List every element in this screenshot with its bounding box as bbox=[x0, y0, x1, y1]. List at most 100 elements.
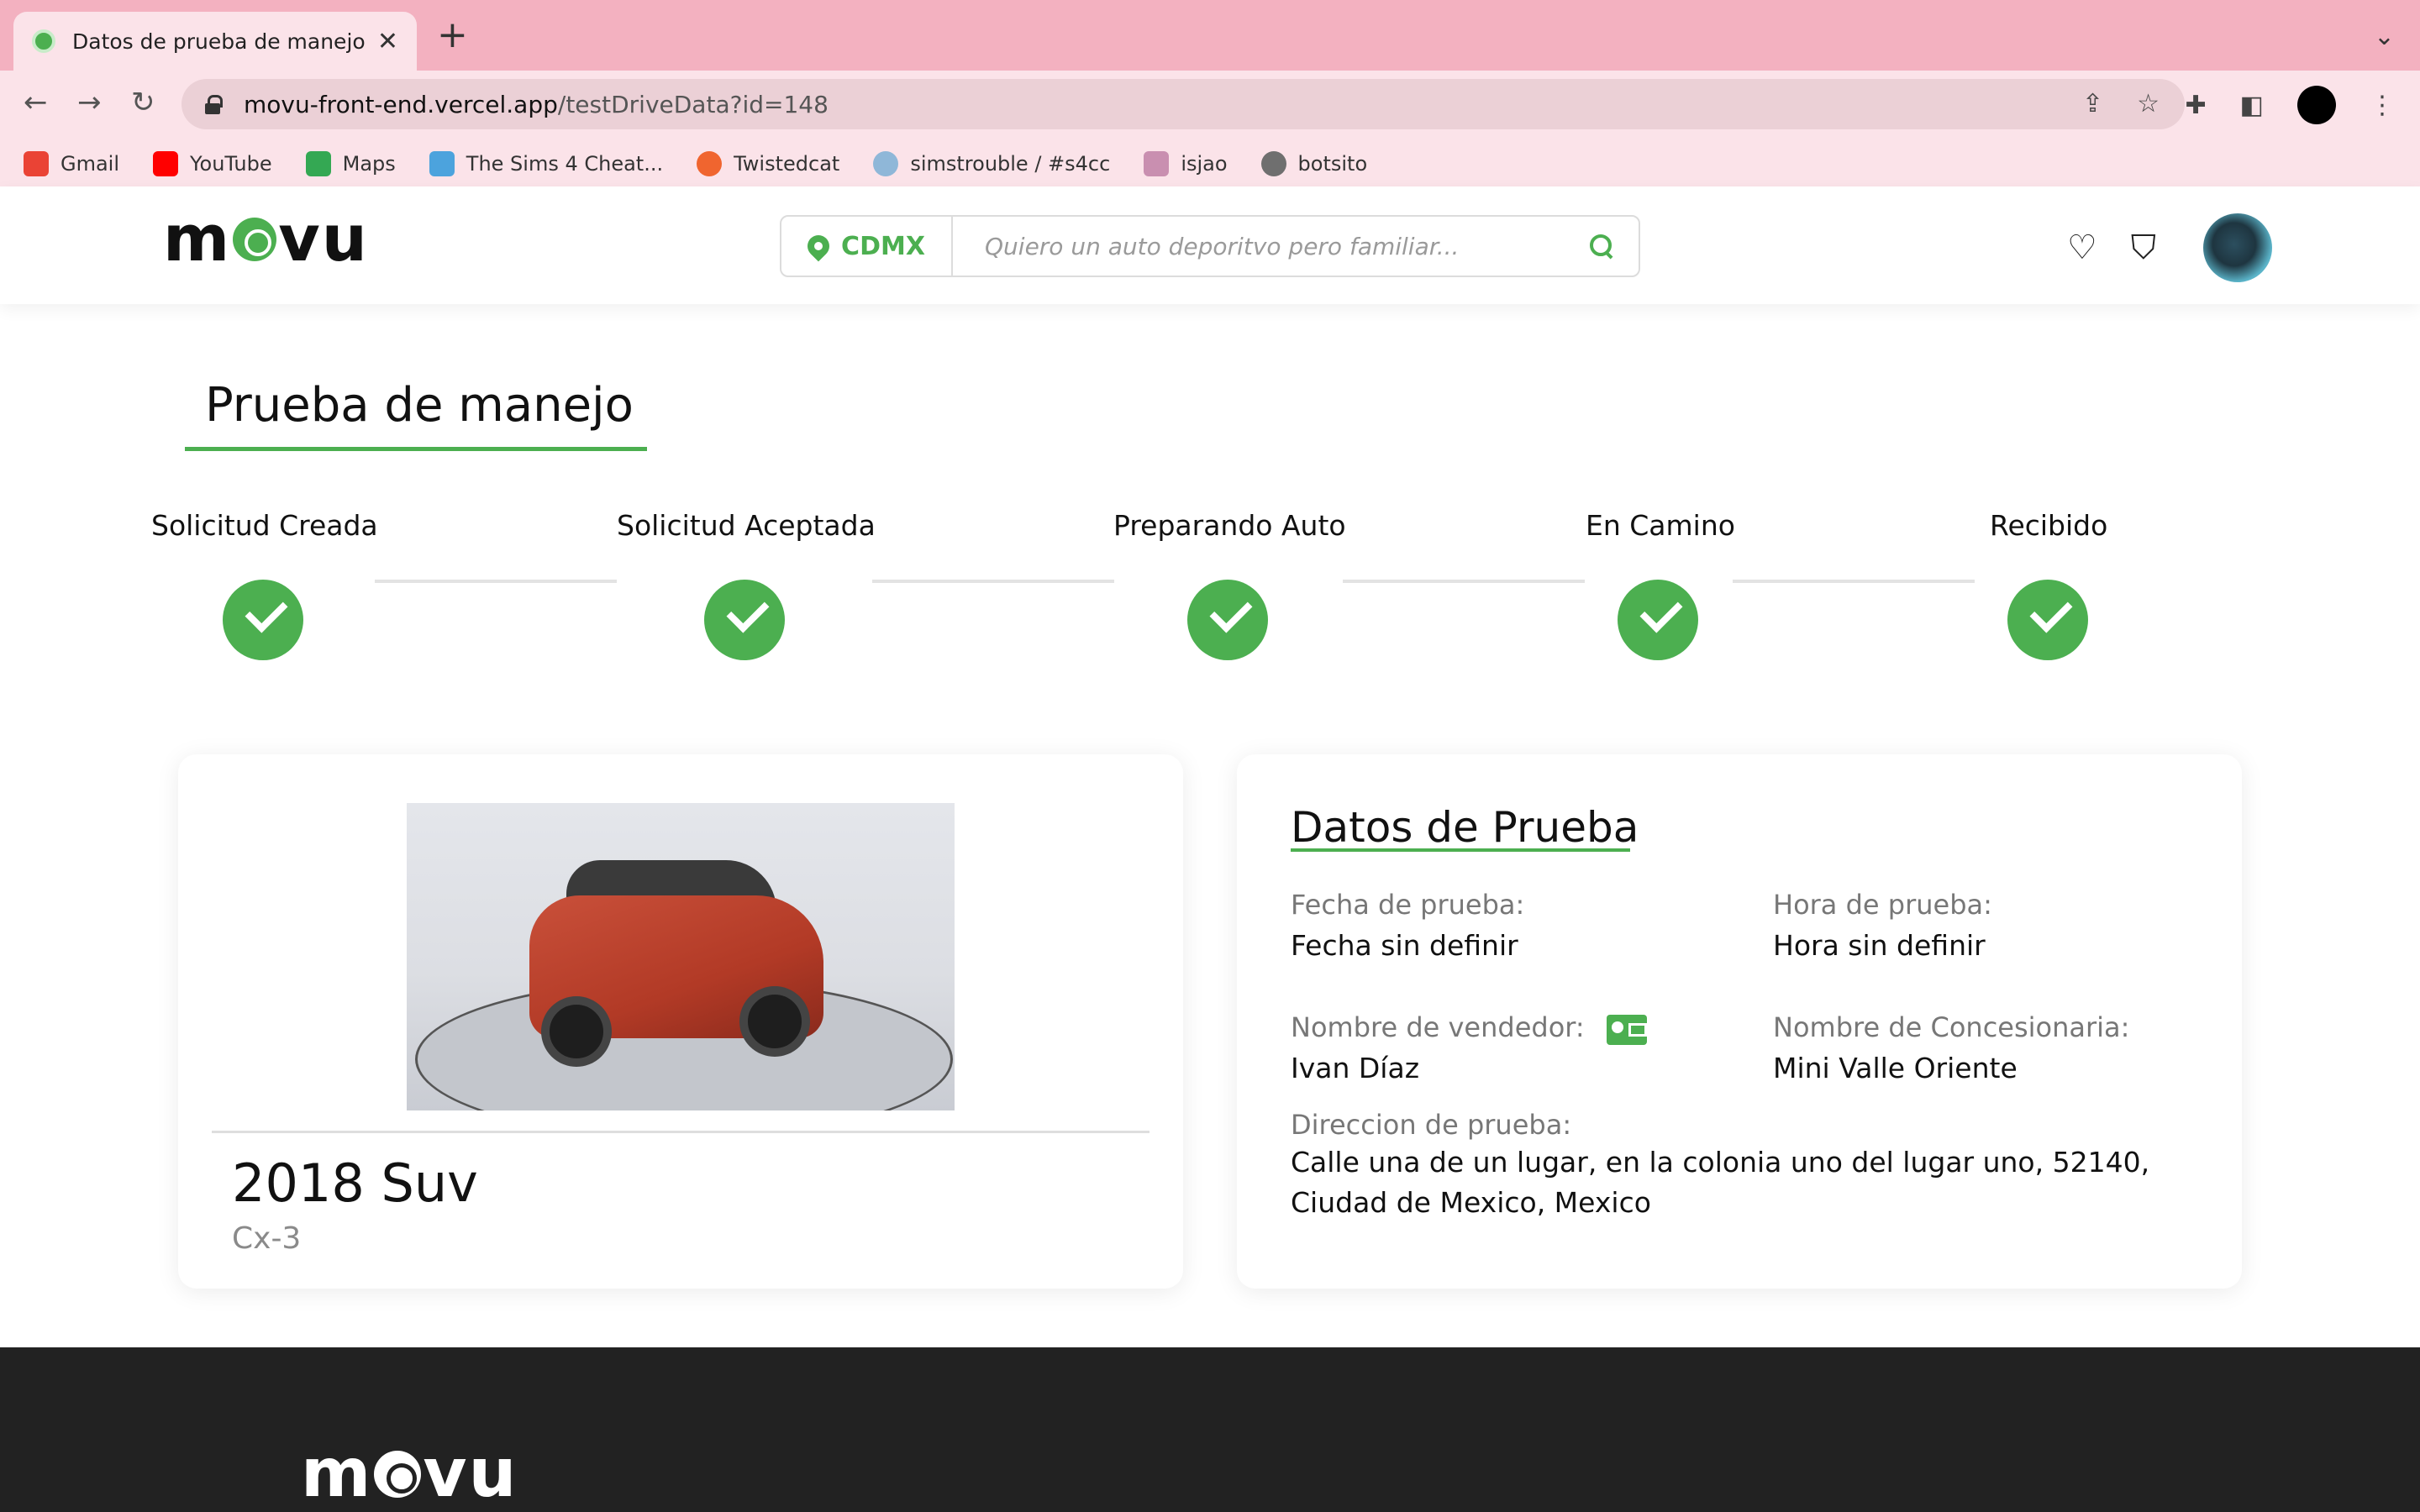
concesionaria-label: Nombre de Concesionaria: bbox=[1773, 1011, 2130, 1043]
car-model: Cx-3 bbox=[232, 1221, 302, 1256]
step-label-recibido: Recibido bbox=[1990, 509, 2108, 542]
step-label-en-camino: En Camino bbox=[1586, 509, 1735, 542]
tab-favicon-icon bbox=[32, 29, 55, 53]
bookmarks-bar: Gmail YouTube Maps The Sims 4 Cheat... T… bbox=[24, 143, 1367, 185]
address-bar[interactable]: movu-front-end.vercel.app /testDriveData… bbox=[182, 79, 2185, 129]
vendedor-label: Nombre de vendedor: bbox=[1291, 1011, 1585, 1043]
step-check-icon bbox=[704, 580, 785, 660]
bookmark-twistedcat[interactable]: Twistedcat bbox=[697, 151, 839, 176]
browser-menu-icon[interactable]: ⋮ bbox=[2370, 91, 2395, 120]
bookmark-label: simstrouble / #s4cc bbox=[910, 152, 1111, 176]
movu-logo[interactable]: m vu bbox=[163, 207, 369, 270]
bookmark-label: isjao bbox=[1181, 152, 1228, 176]
step-check-icon bbox=[1618, 580, 1698, 660]
car-image bbox=[407, 803, 955, 1110]
user-avatar[interactable] bbox=[2202, 213, 2272, 282]
url-host: movu-front-end.vercel.app bbox=[244, 90, 558, 118]
plumbob-icon bbox=[429, 151, 455, 176]
bookmark-sims-cheats[interactable]: The Sims 4 Cheat... bbox=[429, 151, 663, 176]
datos-title: Datos de Prueba bbox=[1291, 803, 1639, 852]
footer-movu-logo[interactable]: m vu bbox=[301, 1440, 518, 1507]
favorites-heart-icon[interactable]: ♡ bbox=[2067, 228, 2097, 267]
openai-icon bbox=[1260, 151, 1286, 176]
bookmark-label: Twistedcat bbox=[734, 152, 840, 176]
logo-text-left: m bbox=[163, 201, 232, 276]
isjao-icon bbox=[1144, 151, 1170, 176]
bookmark-label: The Sims 4 Cheat... bbox=[466, 152, 664, 176]
car-wheel bbox=[739, 986, 810, 1057]
bookmark-label: Maps bbox=[342, 152, 396, 176]
bookmark-simstrouble[interactable]: simstrouble / #s4cc bbox=[873, 151, 1110, 176]
search-icon[interactable] bbox=[1590, 234, 1613, 258]
tab-title: Datos de prueba de manejo bbox=[72, 29, 366, 54]
location-pin-icon bbox=[802, 230, 834, 262]
extensions-icon[interactable]: ✚ bbox=[2186, 91, 2207, 120]
step-connector bbox=[872, 580, 1114, 583]
logo-text-right: vu bbox=[423, 1434, 518, 1512]
bookmark-gmail[interactable]: Gmail bbox=[24, 151, 119, 176]
reload-icon[interactable]: ↻ bbox=[131, 86, 155, 119]
footer: m vu bbox=[0, 1347, 2420, 1512]
page-title: Prueba de manejo bbox=[205, 378, 634, 433]
forward-arrow-icon[interactable]: → bbox=[77, 86, 102, 119]
share-icon[interactable]: ⇪ bbox=[2082, 89, 2103, 118]
bookmark-label: botsito bbox=[1297, 152, 1368, 176]
step-check-icon bbox=[223, 580, 303, 660]
bookmark-label: Gmail bbox=[60, 152, 120, 176]
side-panel-icon[interactable]: ◧ bbox=[2240, 91, 2264, 120]
test-data-card: Datos de Prueba Fecha de prueba: Fecha s… bbox=[1237, 754, 2242, 1289]
tab-search-chevron-icon[interactable]: ⌄ bbox=[2374, 22, 2395, 51]
bookmark-label: YouTube bbox=[190, 152, 272, 176]
step-label-preparando-auto: Preparando Auto bbox=[1113, 509, 1346, 542]
title-underline bbox=[185, 447, 647, 451]
site-header: mvu CDMX ♡ ⛉ bbox=[0, 186, 2420, 304]
concesionaria-value: Mini Valle Oriente bbox=[1773, 1052, 2018, 1084]
divider bbox=[212, 1131, 1150, 1133]
bookmark-youtube[interactable]: YouTube bbox=[153, 151, 272, 176]
contact-card-icon[interactable] bbox=[1607, 1015, 1647, 1045]
search-bar: CDMX bbox=[780, 215, 1640, 277]
step-label-solicitud-creada: Solicitud Creada bbox=[151, 509, 378, 542]
location-label: CDMX bbox=[841, 231, 925, 261]
bookmark-isjao[interactable]: isjao bbox=[1144, 151, 1228, 176]
direccion-label: Direccion de prueba: bbox=[1291, 1109, 1572, 1141]
bookmark-botsito[interactable]: botsito bbox=[1260, 151, 1368, 176]
back-arrow-icon[interactable]: ← bbox=[24, 86, 48, 119]
step-check-icon bbox=[1187, 580, 1268, 660]
location-selector[interactable]: CDMX bbox=[781, 217, 953, 276]
browser-toolbar: ← → ↻ movu-front-end.vercel.app /testDri… bbox=[0, 71, 2420, 200]
car-year-type: 2018 Suv bbox=[232, 1152, 478, 1214]
step-connector bbox=[1343, 580, 1585, 583]
logo-text-left: m bbox=[301, 1434, 373, 1512]
browser-tab[interactable]: Datos de prueba de manejo ✕ bbox=[13, 12, 417, 71]
wheel-icon bbox=[374, 1451, 422, 1499]
car-wheel bbox=[541, 996, 612, 1067]
search-input[interactable] bbox=[953, 217, 1590, 276]
simstrouble-icon bbox=[873, 151, 899, 176]
cart-basket-icon[interactable]: ⛉ bbox=[2131, 228, 2156, 267]
bookmark-star-icon[interactable]: ☆ bbox=[2137, 89, 2160, 118]
step-connector bbox=[1733, 580, 1975, 583]
browser-tab-bar: Datos de prueba de manejo ✕ + ⌄ bbox=[0, 0, 2420, 71]
profile-avatar[interactable] bbox=[2297, 86, 2336, 124]
datos-underline bbox=[1291, 848, 1630, 852]
maps-icon bbox=[305, 151, 331, 176]
hora-label: Hora de prueba: bbox=[1773, 889, 1992, 921]
gmail-icon bbox=[24, 151, 49, 176]
step-check-icon bbox=[2007, 580, 2088, 660]
bookmark-maps[interactable]: Maps bbox=[305, 151, 396, 176]
vendedor-value: Ivan Díaz bbox=[1291, 1052, 1420, 1084]
direccion-value: Calle una de un lugar, en la colonia uno… bbox=[1291, 1146, 2150, 1219]
fecha-label: Fecha de prueba: bbox=[1291, 889, 1525, 921]
car-card: 2018 Suv Cx-3 bbox=[178, 754, 1183, 1289]
new-tab-button[interactable]: + bbox=[437, 17, 468, 54]
url-path: /testDriveData?id=148 bbox=[557, 90, 829, 118]
wheel-icon bbox=[233, 218, 277, 261]
step-connector bbox=[375, 580, 617, 583]
hora-value: Hora sin definir bbox=[1773, 929, 1986, 962]
lock-icon bbox=[205, 95, 223, 114]
step-label-solicitud-aceptada: Solicitud Aceptada bbox=[617, 509, 876, 542]
twistedcat-icon bbox=[697, 151, 723, 176]
tab-close-icon[interactable]: ✕ bbox=[377, 27, 398, 56]
logo-text-right: vu bbox=[278, 201, 369, 276]
